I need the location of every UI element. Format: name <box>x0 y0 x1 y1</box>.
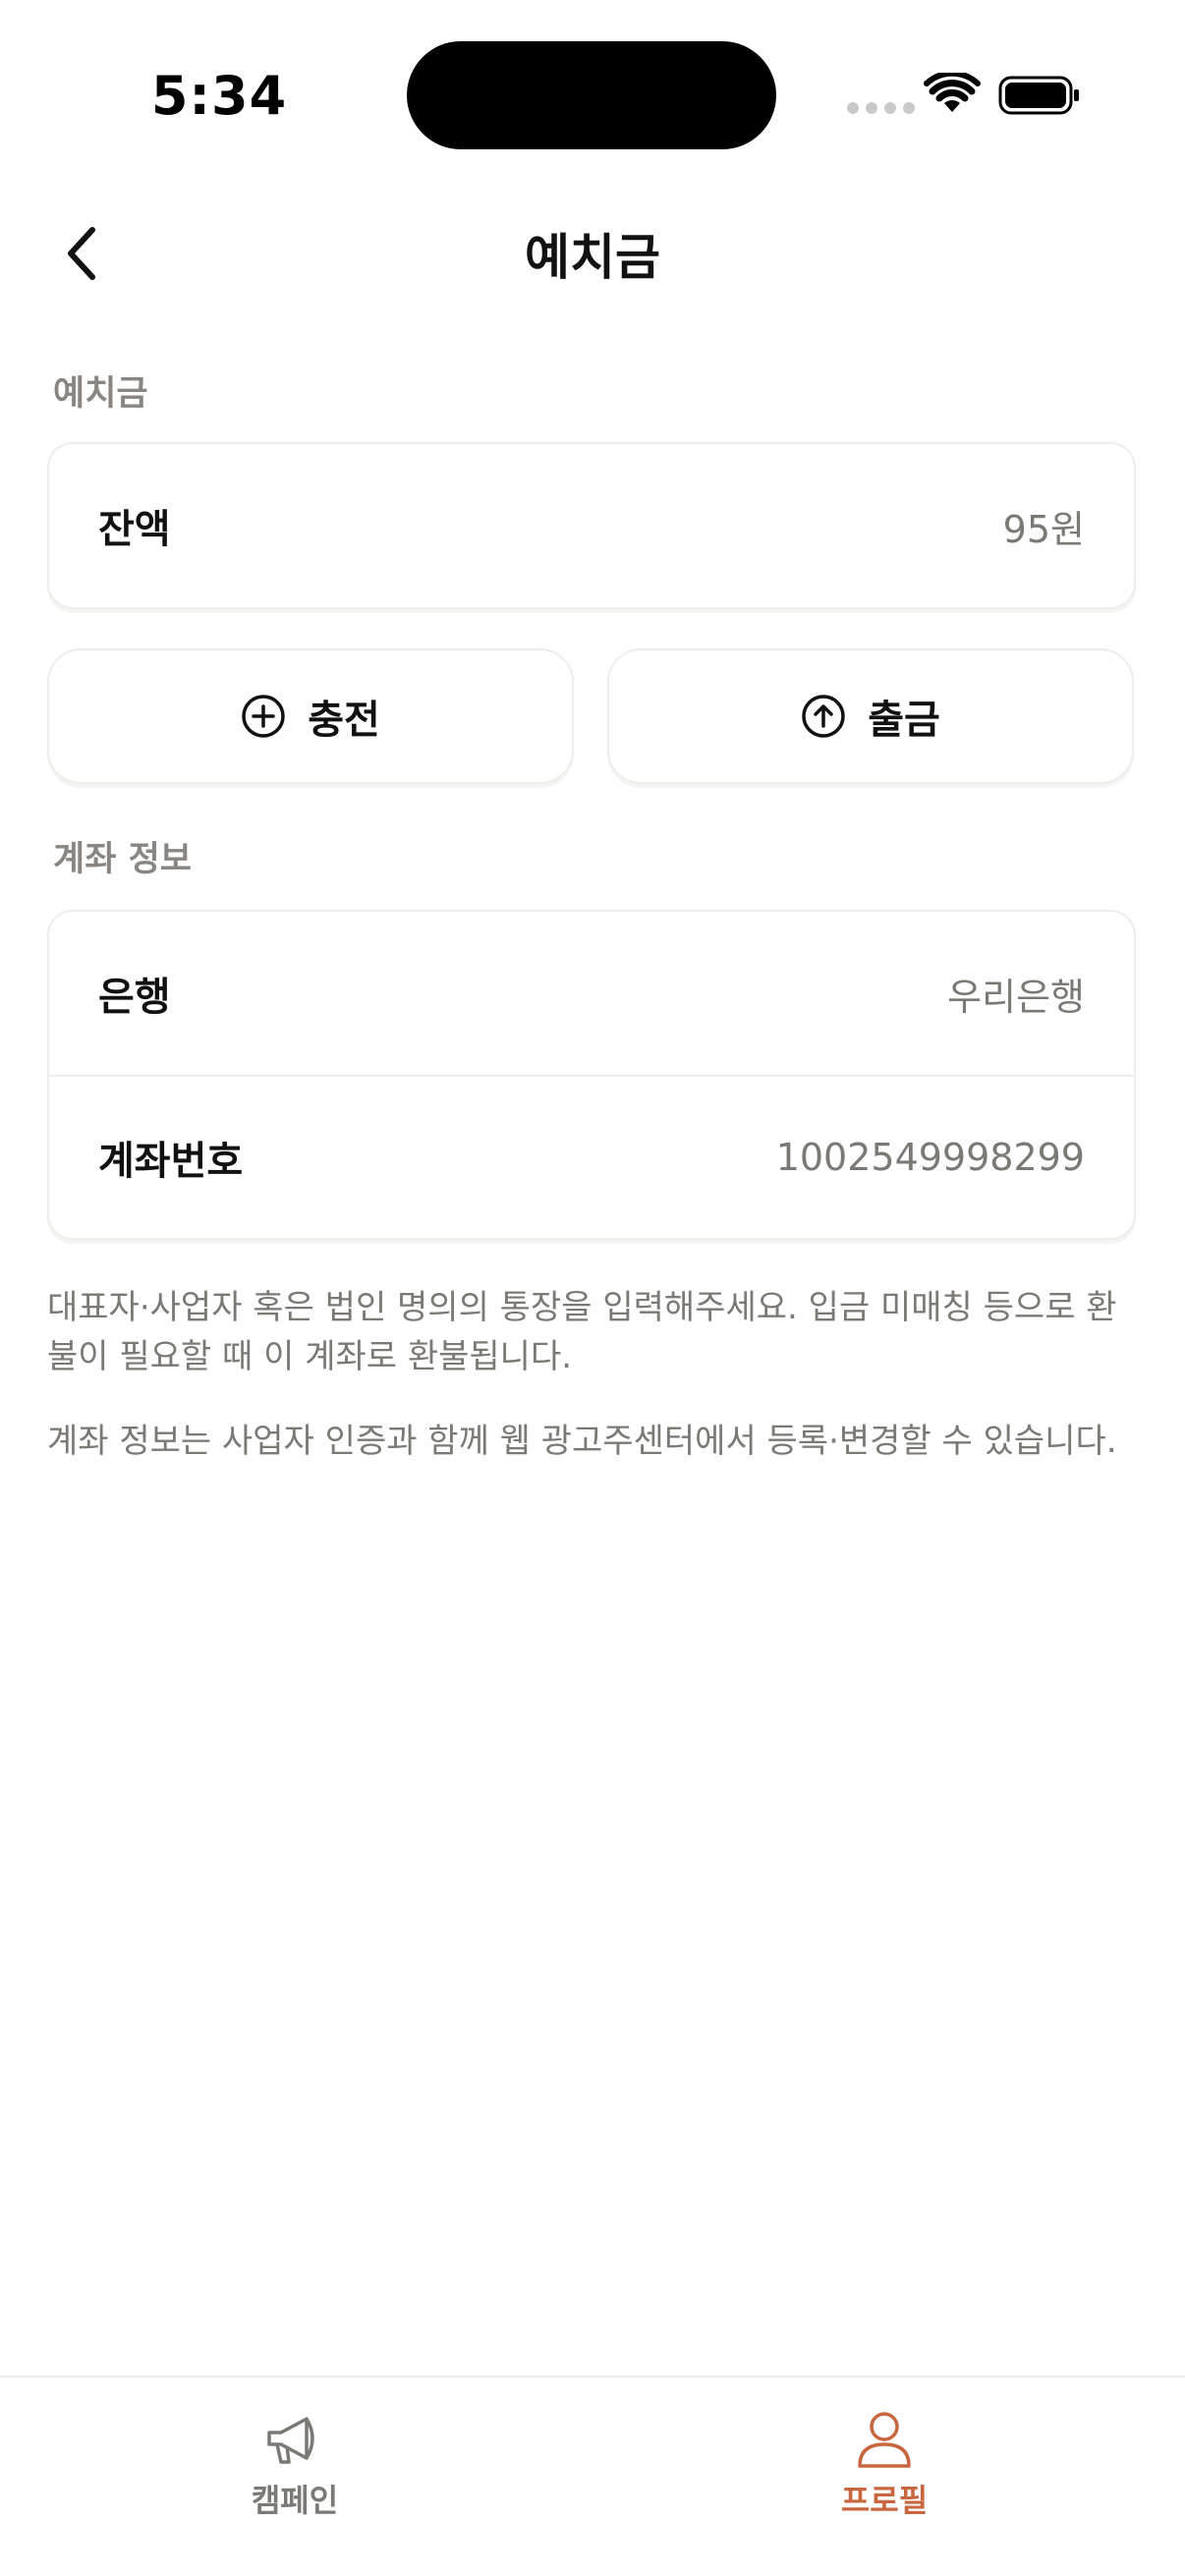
account-card: 은행 우리은행 계좌번호 1002549998299 <box>47 910 1136 1240</box>
balance-card: 잔액 95원 <box>47 442 1136 609</box>
bank-label: 은행 <box>98 975 171 1020</box>
tab-campaign[interactable]: 캠페인 <box>147 2407 442 2525</box>
account-number-row: 계좌번호 1002549998299 <box>49 1075 1134 1238</box>
deposit-section-label: 예치금 <box>53 374 148 414</box>
balance-label: 잔액 <box>98 507 171 552</box>
dynamic-island <box>407 41 776 149</box>
arrow-up-circle-icon <box>802 695 845 738</box>
tab-profile-label: 프로필 <box>840 2482 929 2519</box>
account-section-label: 계좌 정보 <box>53 840 192 879</box>
battery-icon <box>998 76 1079 115</box>
charge-label: 충전 <box>308 698 380 743</box>
tab-campaign-label: 캠페인 <box>251 2482 339 2519</box>
tab-bar: 캠페인 프로필 <box>0 2376 1185 2576</box>
withdraw-button[interactable]: 출금 <box>607 648 1134 784</box>
refund-note: 대표자·사업자 혹은 법인 명의의 통장을 입력해주세요. 입금 미매칭 등으로… <box>47 1288 1117 1376</box>
charge-button[interactable]: 충전 <box>47 648 574 784</box>
status-time: 5:34 <box>150 64 288 127</box>
withdraw-label: 출금 <box>868 698 940 743</box>
deposit-screen: 5:34 예치금 예치금 잔액 95원 충전 출금 계좌 정보 은행 우리은행 … <box>0 0 1185 2576</box>
nav-header: 예치금 <box>0 196 1185 307</box>
bank-value: 우리은행 <box>947 975 1085 1019</box>
user-icon <box>858 2412 911 2468</box>
account-change-note: 계좌 정보는 사업자 인증과 함께 웹 광고주센터에서 등록·변경할 수 있습니… <box>47 1422 1117 1461</box>
page-title: 예치금 <box>525 229 660 286</box>
balance-row: 잔액 95원 <box>49 444 1134 607</box>
status-bar: 5:34 <box>0 0 1185 187</box>
cellular-signal-icon <box>847 102 915 114</box>
account-number-value: 1002549998299 <box>775 1136 1085 1179</box>
megaphone-icon <box>267 2417 314 2464</box>
wifi-icon <box>924 73 981 112</box>
bank-row: 은행 우리은행 <box>49 912 1134 1075</box>
tab-profile[interactable]: 프로필 <box>737 2407 1032 2525</box>
account-number-label: 계좌번호 <box>98 1139 244 1184</box>
plus-circle-icon <box>242 695 285 738</box>
balance-value: 95원 <box>1002 507 1085 551</box>
